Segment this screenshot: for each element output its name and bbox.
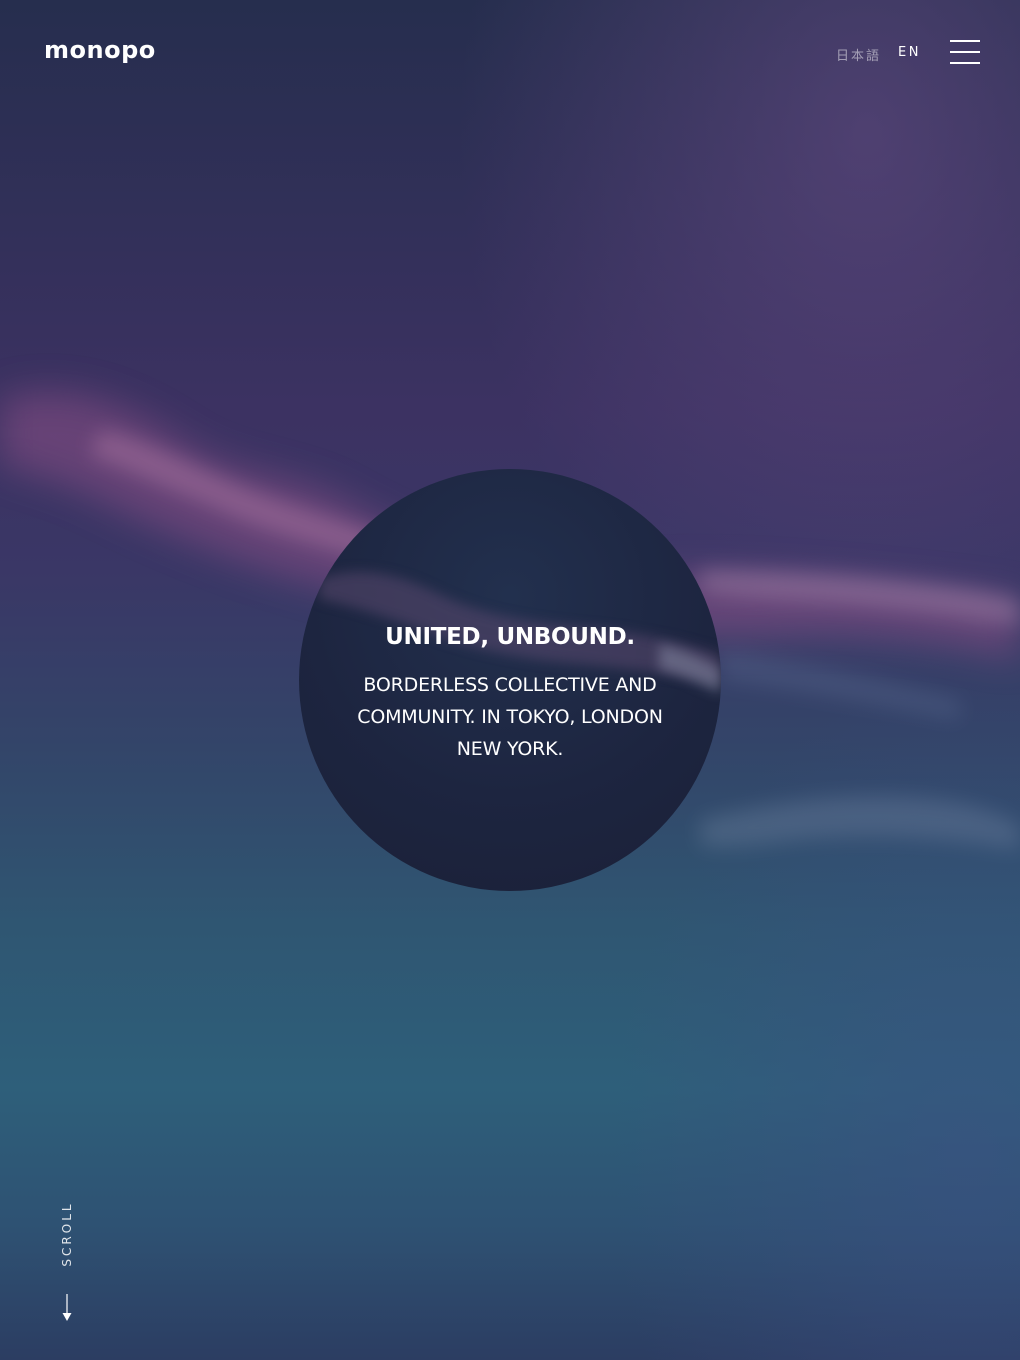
logo[interactable]: monopo — [44, 36, 156, 64]
hamburger-menu-icon[interactable] — [950, 40, 980, 64]
language-english-link[interactable]: EN — [898, 45, 921, 60]
menu-line — [950, 51, 980, 53]
language-japanese-link[interactable]: 日本語 — [836, 45, 881, 64]
menu-line — [950, 40, 980, 42]
site-header: monopo 日本語 EN — [0, 0, 1020, 110]
arrow-down-icon — [62, 1294, 72, 1321]
menu-line — [950, 62, 980, 64]
hero-subtext: BORDERLESS COLLECTIVE AND COMMUNITY. IN … — [329, 669, 691, 765]
hero-circle: UNITED, UNBOUND. BORDERLESS COLLECTIVE A… — [299, 469, 721, 891]
subtext-line: NEW YORK. — [456, 738, 564, 760]
scroll-indicator[interactable]: SCROLL — [52, 1190, 82, 1330]
hero-headline: UNITED, UNBOUND. — [385, 624, 635, 650]
subtext-line: BORDERLESS COLLECTIVE AND — [363, 674, 657, 696]
scroll-label: SCROLL — [60, 1201, 74, 1267]
subtext-line: COMMUNITY. IN TOKYO, LONDON — [357, 706, 663, 728]
